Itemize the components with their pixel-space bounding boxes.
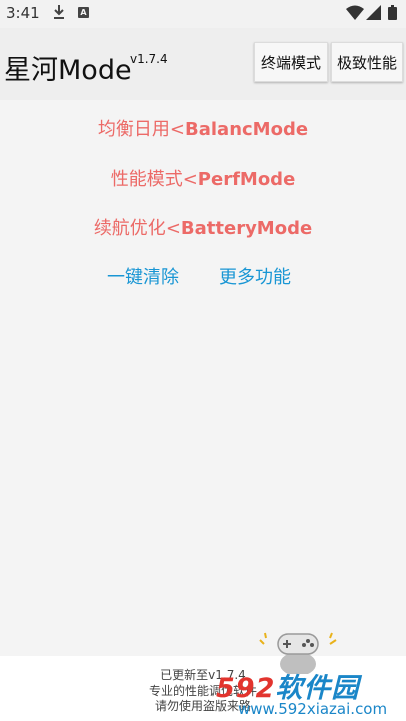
performance-mode-link[interactable]: 性能模式<PerfMode	[0, 165, 406, 191]
watermark-logo: 592软件园 www.592xiazai.com	[214, 666, 406, 721]
terminal-mode-button[interactable]: 终端模式	[254, 42, 328, 82]
download-icon	[54, 5, 64, 19]
battery-mode-link[interactable]: 续航优化<BatteryMode	[0, 214, 406, 240]
app-title: 星河Mode	[4, 55, 132, 86]
mode-arrow: <	[169, 119, 186, 140]
status-bar: 3:41 A	[0, 0, 406, 28]
mode-code: BatteryMode	[180, 218, 313, 239]
more-functions-link[interactable]: 更多功能	[219, 263, 291, 289]
battery-icon	[388, 5, 397, 20]
mode-arrow: <	[165, 218, 181, 239]
balance-mode-link[interactable]: 均衡日用<BalancMode	[0, 115, 406, 141]
mode-code: BalancMode	[185, 119, 309, 140]
mode-label: 均衡日用	[97, 119, 170, 140]
watermark-url: www.592xiazai.com	[238, 700, 388, 718]
mode-code: PerfMode	[197, 169, 296, 190]
extreme-performance-button[interactable]: 极致性能	[331, 42, 403, 82]
status-time: 3:41	[6, 4, 40, 22]
one-click-clear-link[interactable]: 一键清除	[107, 263, 179, 289]
a-badge-icon: A	[78, 7, 89, 18]
signal-icon	[366, 5, 381, 20]
app-bar: 星河Mode v1.7.4 终端模式 极致性能	[0, 28, 406, 100]
mode-arrow: <	[182, 169, 198, 190]
app-version: v1.7.4	[130, 52, 168, 66]
mode-label: 性能模式	[110, 169, 183, 190]
mode-label: 续航优化	[93, 218, 166, 239]
wifi-icon	[346, 5, 364, 20]
